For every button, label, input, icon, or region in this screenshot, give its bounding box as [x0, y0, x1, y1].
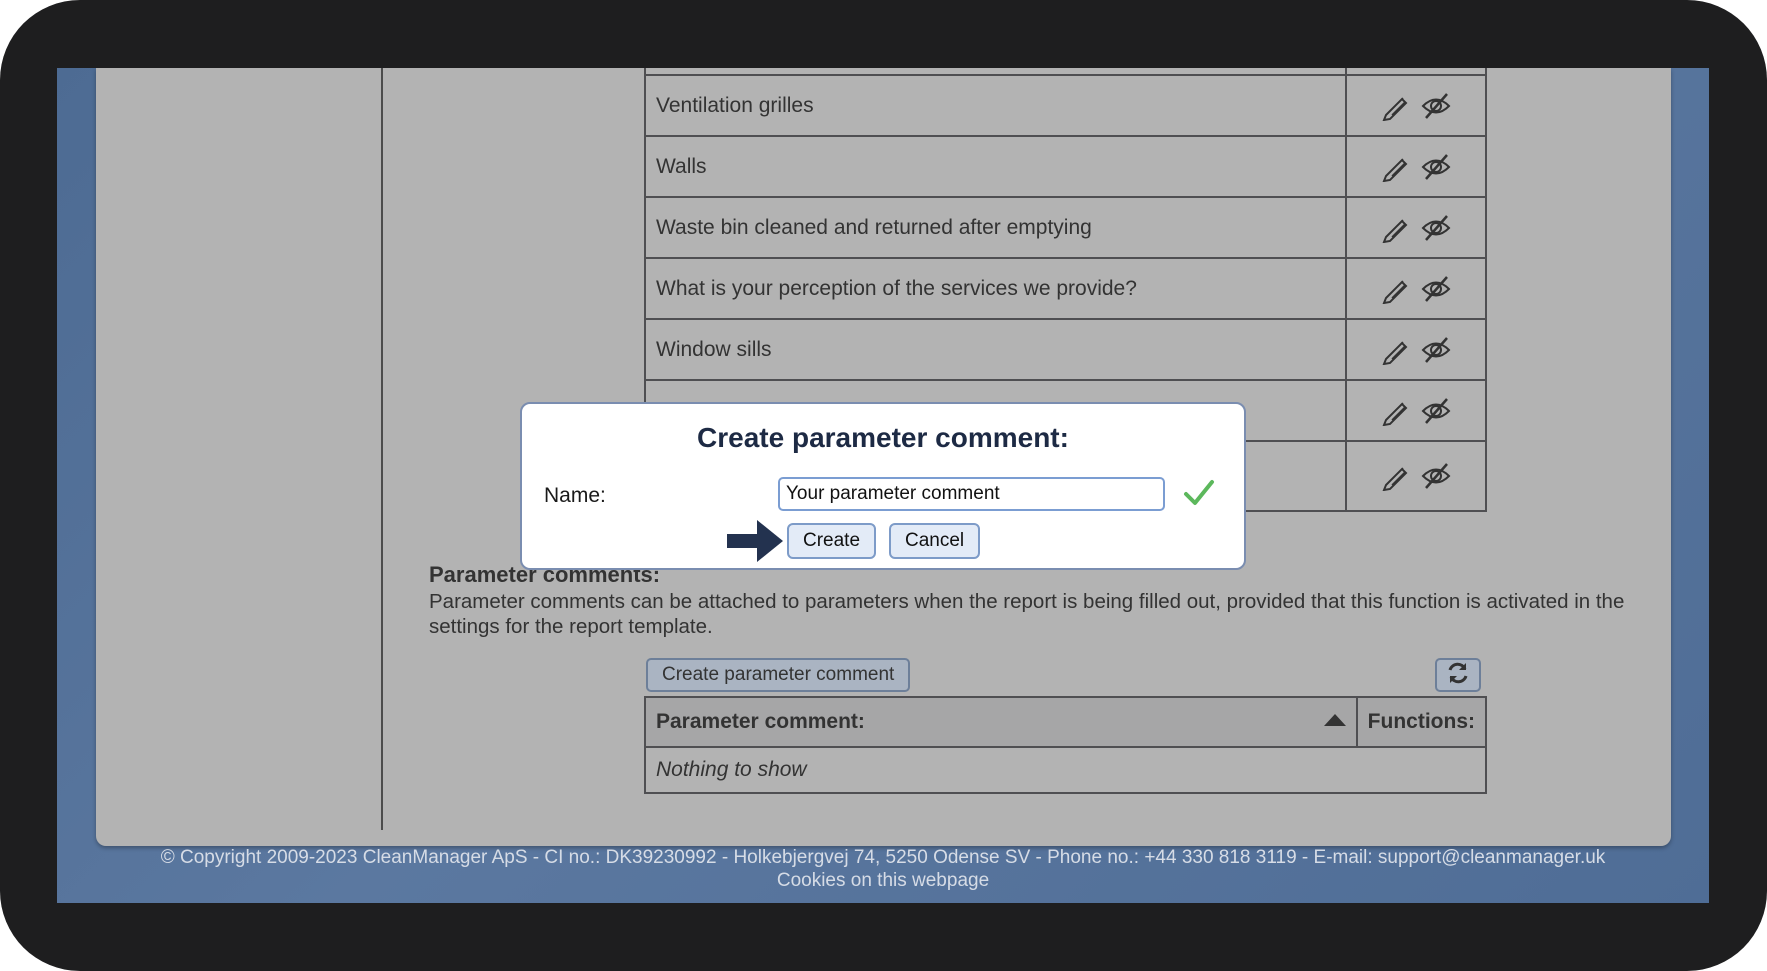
parameter-name: What is your perception of the services …	[644, 257, 1347, 320]
eye-slash-icon[interactable]	[1420, 396, 1452, 426]
name-label: Name:	[544, 484, 606, 507]
pencil-icon[interactable]	[1380, 213, 1412, 243]
table-row: Waste bin cleaned and returned after emp…	[644, 196, 1487, 259]
eye-slash-icon[interactable]	[1420, 335, 1452, 365]
footer: © Copyright 2009-2023 CleanManager ApS -…	[57, 846, 1709, 892]
row-functions	[1345, 440, 1487, 512]
row-functions	[1345, 196, 1487, 259]
cookies-link[interactable]: Cookies on this webpage	[57, 869, 1709, 892]
device-frame: Ventilation grilles Walls Waste bin clea…	[0, 0, 1767, 971]
pencil-icon[interactable]	[1380, 396, 1412, 426]
copyright-text: © Copyright 2009-2023 CleanManager ApS -…	[160, 847, 1606, 868]
column-header-functions: Functions:	[1355, 696, 1488, 748]
eye-slash-icon[interactable]	[1420, 461, 1452, 491]
parameter-comments-table: Parameter comment: Functions: Nothing to…	[644, 696, 1488, 794]
table-row: Window sills	[644, 318, 1487, 381]
arrow-right-icon	[727, 518, 785, 564]
refresh-button[interactable]	[1435, 658, 1481, 692]
parameter-name: Window sills	[644, 318, 1347, 381]
row-functions	[1345, 74, 1487, 137]
create-button[interactable]: Create	[787, 523, 877, 559]
checkmark-icon	[1182, 476, 1216, 510]
parameter-name: Waste bin cleaned and returned after emp…	[644, 196, 1347, 259]
dialog-title: Create parameter comment:	[697, 422, 1069, 453]
create-parameter-comment-button[interactable]: Create parameter comment	[646, 658, 911, 692]
pencil-icon[interactable]	[1380, 152, 1412, 182]
eye-slash-icon[interactable]	[1420, 274, 1452, 304]
refresh-icon	[1445, 660, 1471, 691]
pencil-icon[interactable]	[1380, 335, 1412, 365]
create-parameter-comment-dialog: Create parameter comment: Name: Create C…	[520, 402, 1246, 570]
parameter-name: Walls	[644, 135, 1347, 198]
eye-slash-icon[interactable]	[1420, 213, 1452, 243]
row-functions	[1345, 257, 1487, 320]
table-row: Walls	[644, 135, 1487, 198]
row-functions	[1345, 379, 1487, 442]
column-header-comment[interactable]: Parameter comment:	[644, 696, 1358, 748]
empty-state-text: Nothing to show	[644, 746, 1487, 794]
eye-slash-icon[interactable]	[1420, 152, 1452, 182]
table-row: What is your perception of the services …	[644, 257, 1487, 320]
cancel-button[interactable]: Cancel	[889, 523, 981, 559]
row-functions	[1345, 135, 1487, 198]
pencil-icon[interactable]	[1380, 461, 1412, 492]
table-row: Ventilation grilles	[644, 74, 1487, 137]
left-column-divider	[381, 68, 383, 830]
row-functions	[1345, 318, 1487, 381]
eye-slash-icon[interactable]	[1420, 91, 1452, 121]
pencil-icon[interactable]	[1380, 91, 1412, 121]
name-input[interactable]	[778, 477, 1165, 511]
parameter-name: Ventilation grilles	[644, 74, 1347, 137]
sort-ascending-icon[interactable]	[1323, 714, 1346, 726]
section-description: Parameter comments can be attached to pa…	[429, 590, 1625, 638]
pencil-icon[interactable]	[1380, 274, 1412, 304]
